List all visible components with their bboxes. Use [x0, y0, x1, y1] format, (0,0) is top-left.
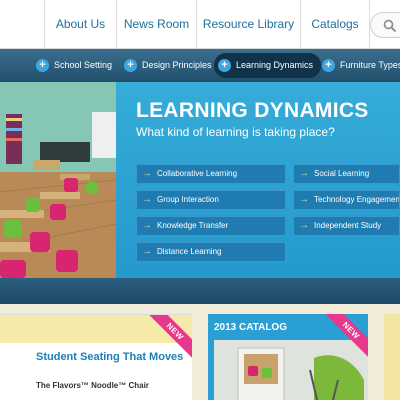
card-title[interactable]: 2013 CATALOG: [214, 322, 287, 333]
arrow-right-icon: →: [299, 220, 309, 231]
promo-card[interactable]: [384, 314, 400, 400]
divider-strip: [0, 278, 400, 304]
nav-link-news-room[interactable]: News Room: [116, 0, 196, 49]
option-label: Collaborative Learning: [157, 169, 238, 178]
option-independent-study[interactable]: → Independent Study: [293, 216, 400, 236]
plus-icon: +: [124, 59, 137, 72]
tab-label: Design Principles: [142, 60, 212, 70]
search-input[interactable]: [370, 12, 400, 38]
top-nav: About Us News Room Resource Library Cata…: [0, 0, 400, 49]
search-icon: [383, 19, 397, 33]
option-label: Group Interaction: [157, 195, 219, 204]
nav-link-catalogs[interactable]: Catalogs: [300, 0, 370, 49]
hero-subtitle: What kind of learning is taking place?: [136, 125, 335, 139]
learning-dynamics-panel: LEARNING DYNAMICS What kind of learning …: [116, 82, 400, 278]
option-technology-engagement[interactable]: → Technology Engagement: [293, 190, 400, 210]
option-label: Technology Engagement: [314, 195, 400, 204]
arrow-right-icon: →: [142, 168, 152, 179]
plus-icon: +: [218, 59, 231, 72]
classroom-photo: [0, 82, 116, 278]
new-badge: NEW: [322, 314, 368, 360]
hero-title: LEARNING DYNAMICS: [136, 99, 369, 122]
plus-icon: +: [36, 59, 49, 72]
tab-label: Learning Dynamics: [236, 60, 314, 70]
option-label: Distance Learning: [157, 247, 222, 256]
new-badge: NEW: [146, 315, 192, 361]
tab-school-setting[interactable]: + School Setting: [32, 53, 112, 78]
option-label: Independent Study: [314, 221, 382, 230]
arrow-right-icon: →: [299, 194, 309, 205]
option-group-interaction[interactable]: → Group Interaction: [136, 190, 286, 210]
category-nav: + School Setting + Design Principles + L…: [0, 49, 400, 82]
tab-furniture-types[interactable]: + Furniture Types: [318, 53, 400, 78]
catalog-card[interactable]: 2013 CATALOG NEW: [208, 314, 368, 400]
option-label: Knowledge Transfer: [157, 221, 229, 230]
option-label: Social Learning: [314, 169, 370, 178]
option-distance-learning[interactable]: → Distance Learning: [136, 242, 286, 262]
card-item[interactable]: The Flavors™ Noodle™ Chair: [36, 381, 149, 390]
tab-label: School Setting: [54, 60, 113, 70]
arrow-right-icon: →: [299, 168, 309, 179]
plus-icon: +: [322, 59, 335, 72]
arrow-right-icon: →: [142, 246, 152, 257]
arrow-right-icon: →: [142, 194, 152, 205]
hero-section: LEARNING DYNAMICS What kind of learning …: [0, 82, 400, 278]
option-knowledge-transfer[interactable]: → Knowledge Transfer: [136, 216, 286, 236]
tab-label: Furniture Types: [340, 60, 400, 70]
option-social-learning[interactable]: → Social Learning: [293, 164, 400, 184]
option-collaborative-learning[interactable]: → Collaborative Learning: [136, 164, 286, 184]
tab-design-principles[interactable]: + Design Principles: [120, 53, 212, 78]
nav-link-resource-library[interactable]: Resource Library: [196, 0, 300, 49]
tab-learning-dynamics[interactable]: + Learning Dynamics: [214, 53, 322, 78]
arrow-right-icon: →: [142, 220, 152, 231]
nav-link-about-us[interactable]: About Us: [44, 0, 116, 49]
seating-card[interactable]: Student Seating That Moves The Flavors™ …: [0, 314, 192, 400]
